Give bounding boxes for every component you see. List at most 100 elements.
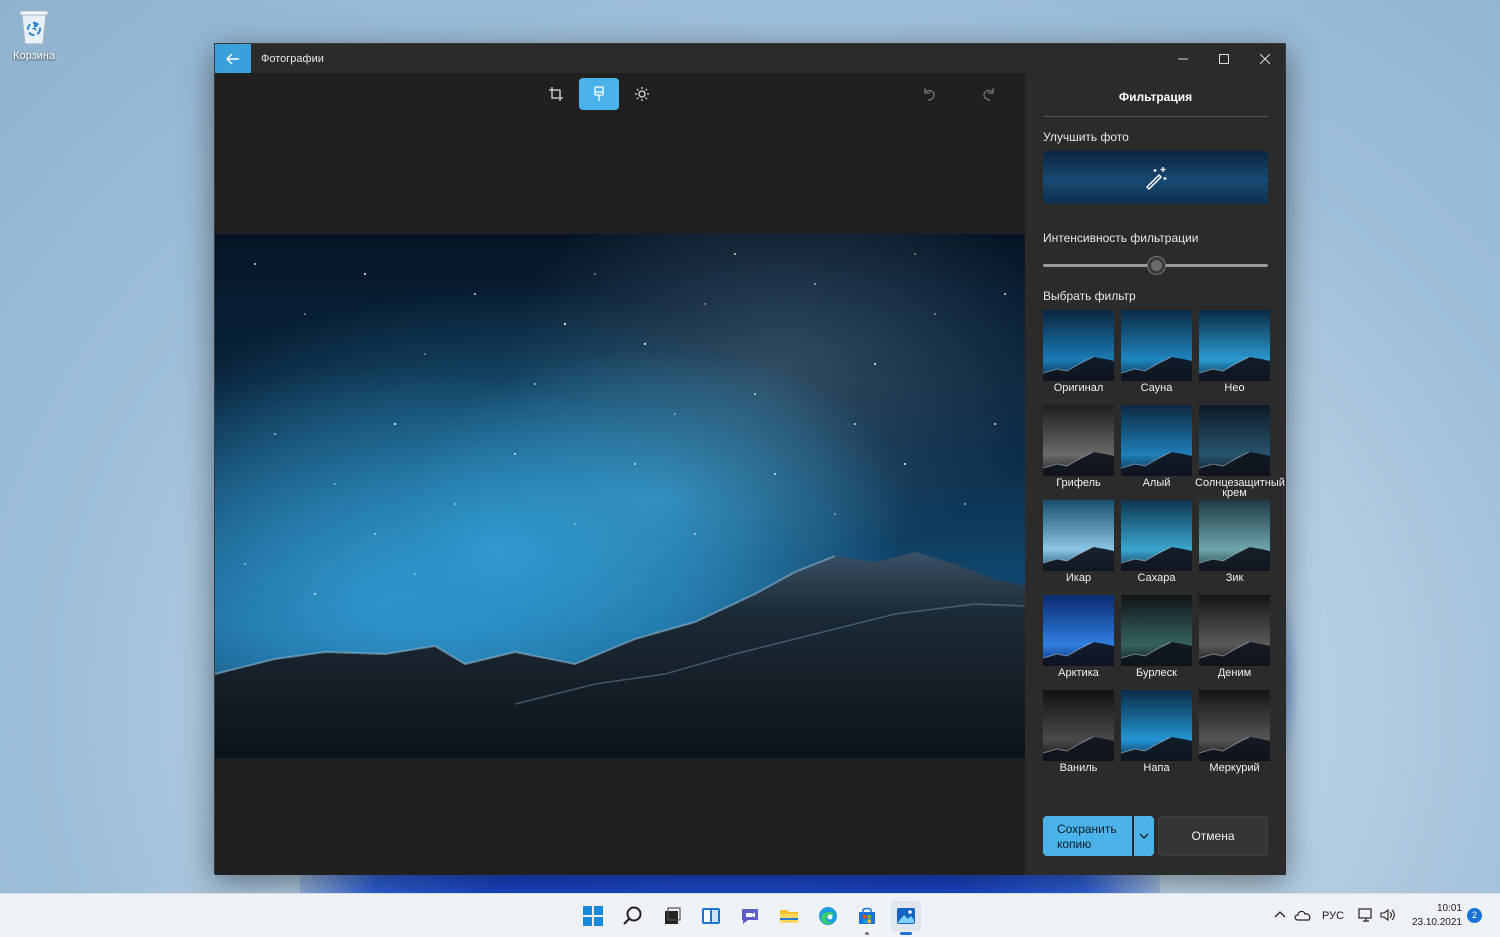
filter-option[interactable]: Сауна	[1121, 310, 1192, 405]
filter-option[interactable]: Оригинал	[1043, 310, 1114, 405]
photo-preview	[215, 234, 1025, 758]
widgets-button[interactable]	[696, 901, 726, 931]
filter-thumbnail	[1199, 595, 1270, 666]
save-copy-button[interactable]: Сохранить копию	[1043, 816, 1132, 856]
edge-button[interactable]	[813, 901, 843, 931]
filter-option[interactable]: Зик	[1199, 500, 1270, 595]
adjust-tool-button[interactable]	[622, 78, 662, 110]
undo-button[interactable]	[909, 78, 949, 110]
filter-brush-icon	[594, 86, 604, 101]
clock[interactable]: 10:01 23.10.2021	[1400, 902, 1462, 930]
window-title: Фотографии	[261, 52, 324, 65]
filter-name: Оригинал	[1053, 382, 1104, 394]
filter-option[interactable]: Меркурий	[1199, 690, 1270, 785]
filter-name: Ваниль	[1059, 762, 1098, 774]
crop-tool-button[interactable]	[536, 78, 576, 110]
store-button[interactable]	[852, 901, 882, 935]
filter-option[interactable]: Грифель	[1043, 405, 1114, 500]
panel-title: Фильтрация	[1043, 87, 1268, 117]
title-bar: Фотографии	[215, 44, 1285, 73]
speaker-icon	[1380, 908, 1395, 922]
filter-option[interactable]: Деним	[1199, 595, 1270, 690]
chat-button[interactable]	[735, 901, 765, 931]
filter-option[interactable]: Бурлеск	[1121, 595, 1192, 690]
filter-option[interactable]: Сахара	[1121, 500, 1192, 595]
photos-window: Фотографии Фильтрация Улучшить фото Инте…	[214, 43, 1286, 875]
intensity-label: Интенсивность фильтрации	[1043, 231, 1199, 245]
undo-icon	[924, 88, 935, 101]
filter-tool-button[interactable]	[579, 78, 619, 110]
filter-name: Сауна	[1140, 382, 1173, 394]
chat-icon	[742, 909, 758, 924]
filter-grid: Оригинал Сауна Нео Грифель Алый Солнцезащитны…	[1043, 310, 1285, 785]
choose-filter-label: Выбрать фильтр	[1043, 289, 1136, 303]
filter-panel: Фильтрация Улучшить фото Интенсивность ф…	[1025, 73, 1286, 875]
filter-name: Арктика	[1058, 667, 1099, 679]
notification-badge[interactable]: 2	[1467, 908, 1482, 923]
filter-thumbnail	[1121, 405, 1192, 476]
photos-taskbar-button[interactable]	[891, 901, 921, 935]
task-view-button[interactable]	[657, 901, 687, 931]
filter-thumbnail	[1043, 405, 1114, 476]
search-button[interactable]	[618, 901, 648, 931]
filter-name: Деним	[1217, 667, 1252, 679]
intensity-slider-thumb[interactable]	[1147, 257, 1165, 274]
filter-name: Грифель	[1056, 477, 1101, 489]
close-button[interactable]	[1244, 44, 1285, 73]
filter-thumbnail	[1121, 310, 1192, 381]
filter-thumbnail	[1043, 690, 1114, 761]
network-icon	[1358, 908, 1372, 922]
maximize-button[interactable]	[1203, 44, 1244, 73]
enhance-label: Улучшить фото	[1043, 130, 1129, 144]
filter-name: Солнцезащитный крем	[1195, 477, 1285, 499]
night-sky-mountain-image	[215, 234, 1025, 758]
arrow-left-icon	[226, 53, 239, 64]
chevron-down-icon	[1139, 833, 1149, 839]
store-icon	[859, 907, 875, 924]
filter-name: Сахара	[1137, 572, 1176, 584]
redo-button[interactable]	[969, 78, 1009, 110]
filter-thumbnail	[1121, 500, 1192, 571]
filter-name: Зик	[1225, 572, 1244, 584]
cancel-button[interactable]: Отмена	[1158, 816, 1268, 856]
magic-wand-icon	[1145, 166, 1166, 190]
filter-option[interactable]: Икар	[1043, 500, 1114, 595]
file-explorer-button[interactable]	[774, 901, 804, 931]
filter-name: Бурлеск	[1136, 667, 1177, 679]
minimize-button[interactable]	[1162, 44, 1203, 73]
back-button[interactable]	[215, 44, 251, 73]
network-button[interactable]	[1358, 908, 1374, 922]
recycle-bin-label: Корзина	[13, 50, 55, 62]
filter-option[interactable]: Арктика	[1043, 595, 1114, 690]
clock-time: 10:01	[1436, 903, 1462, 914]
enhance-photo-button[interactable]	[1043, 151, 1268, 204]
save-options-dropdown[interactable]	[1134, 816, 1154, 856]
filter-name: Алый	[1142, 477, 1171, 489]
redo-icon	[983, 88, 994, 101]
input-language-indicator[interactable]: РУС	[1322, 910, 1344, 922]
recycle-bin-icon	[17, 6, 51, 46]
recycle-bin-shortcut[interactable]: Корзина	[8, 6, 60, 62]
onedrive-button[interactable]	[1294, 908, 1312, 922]
filter-name: Напа	[1143, 762, 1170, 774]
edge-browser-icon	[819, 907, 837, 925]
filter-option[interactable]: Солнцезащитный крем	[1195, 405, 1285, 500]
filter-thumbnail	[1199, 500, 1270, 571]
show-hidden-icons-button[interactable]	[1274, 908, 1288, 922]
filter-option[interactable]: Ваниль	[1043, 690, 1114, 785]
filter-option[interactable]: Нео	[1199, 310, 1270, 405]
search-icon	[623, 906, 642, 925]
active-indicator	[900, 932, 912, 935]
start-button[interactable]	[578, 901, 608, 931]
minimize-icon	[1177, 58, 1188, 59]
maximize-icon	[1218, 53, 1229, 64]
filter-thumbnail	[1043, 500, 1114, 571]
filter-option[interactable]: Алый	[1121, 405, 1192, 500]
editor-area	[215, 73, 1025, 875]
clock-date: 23.10.2021	[1411, 917, 1462, 928]
photos-app-icon	[897, 908, 915, 924]
crop-icon	[549, 87, 563, 101]
filter-option[interactable]: Напа	[1121, 690, 1192, 785]
volume-button[interactable]	[1380, 908, 1396, 922]
filter-thumbnail	[1199, 310, 1270, 381]
